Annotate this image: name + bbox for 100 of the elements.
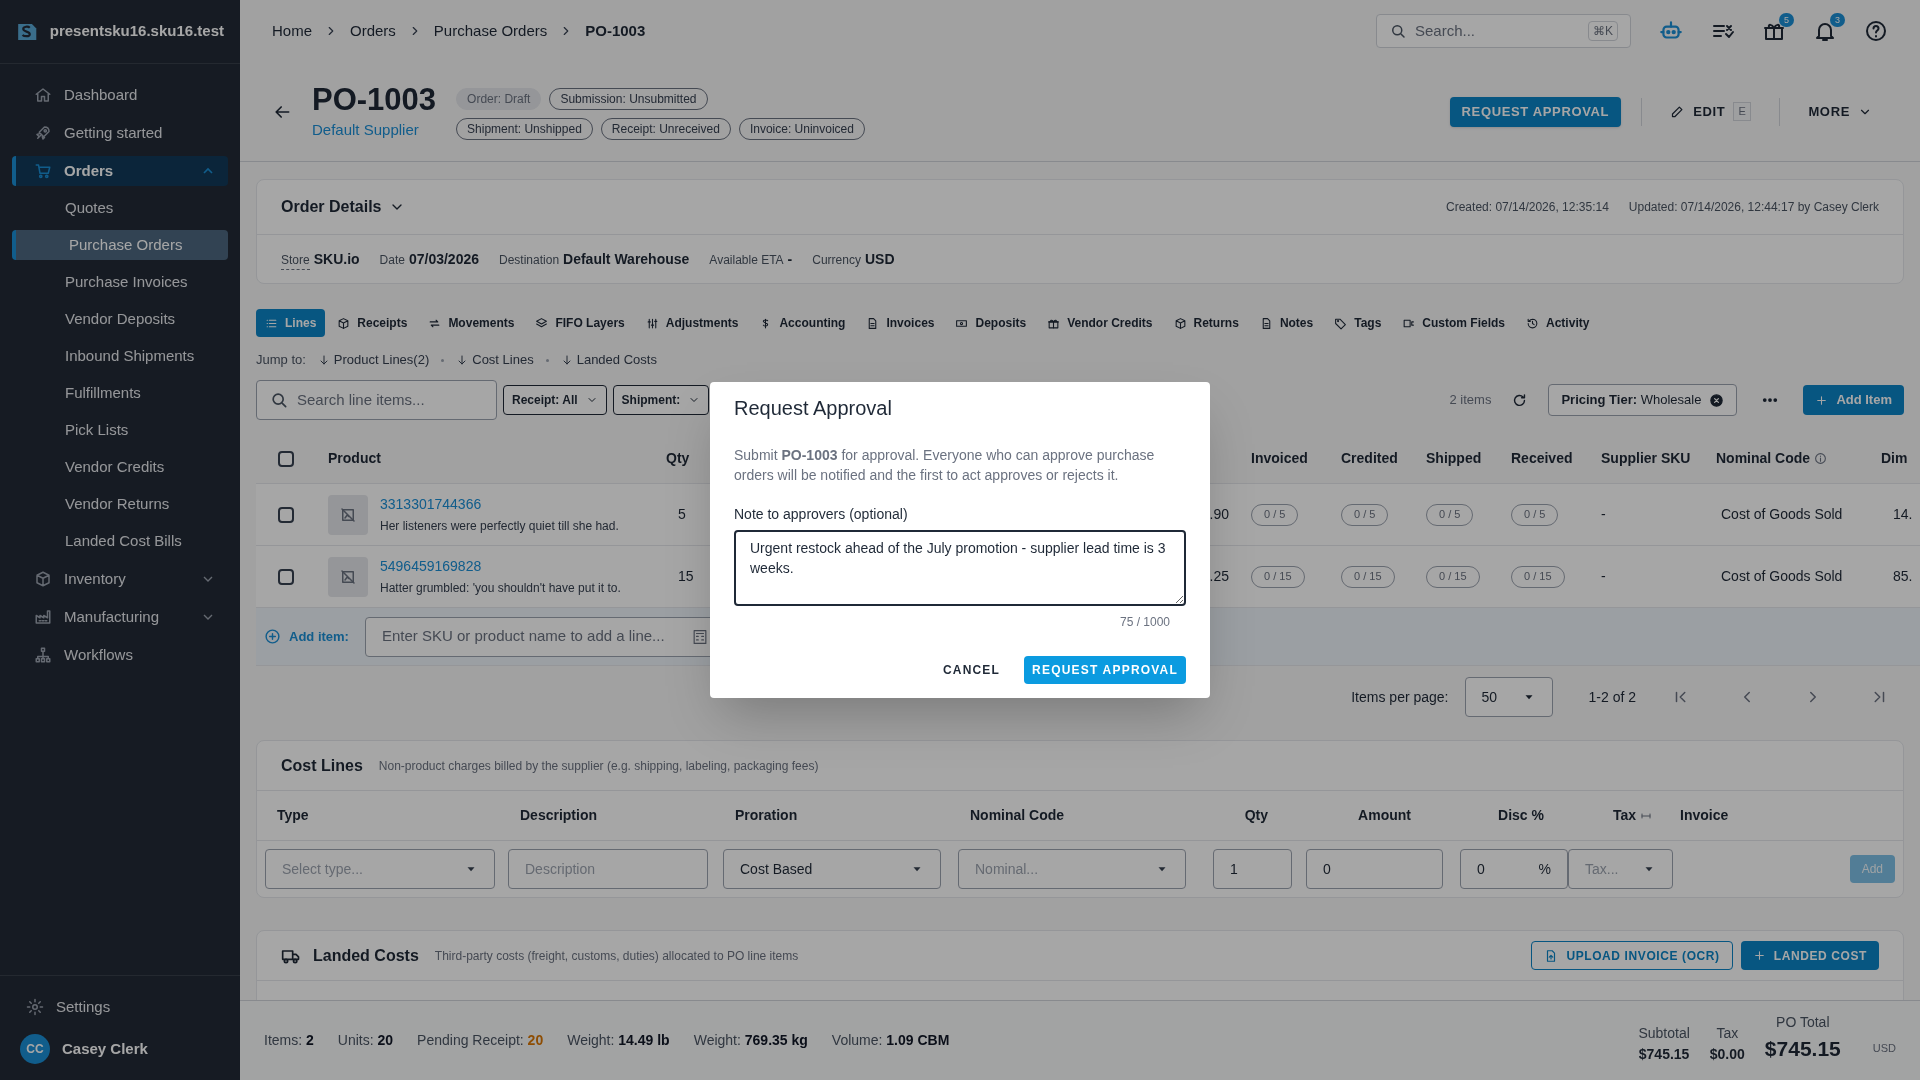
- checkbox[interactable]: [278, 450, 294, 467]
- close-icon: [1709, 392, 1725, 408]
- subtotal-label: Subtotal: [1638, 1023, 1690, 1043]
- sidebar-subitem[interactable]: Inbound Shipments: [12, 341, 228, 371]
- summary-stat: Units: 20: [337, 1031, 394, 1050]
- edit-button[interactable]: EDIT E: [1662, 96, 1760, 127]
- sidebar-subitem[interactable]: Landed Cost Bills: [12, 526, 228, 556]
- section-title[interactable]: Order Details: [281, 195, 382, 219]
- sidebar-subitem[interactable]: Vendor Deposits: [12, 304, 228, 334]
- sidebar-subitem[interactable]: Quotes: [12, 193, 228, 223]
- breadcrumb-link[interactable]: Purchase Orders: [433, 19, 548, 43]
- column-header: Type: [276, 806, 310, 825]
- more-button[interactable]: MORE: [1800, 96, 1880, 127]
- note-field[interactable]: Urgent restock ahead of the July promotion - supplier lead time is 3 weeks.: [734, 530, 1186, 606]
- tab[interactable]: Vendor Credits: [1038, 309, 1162, 337]
- upload-invoice-button[interactable]: UPLOAD INVOICE (OCR): [1531, 941, 1733, 970]
- tab[interactable]: Tags: [1325, 309, 1391, 337]
- breadcrumb-link[interactable]: Orders: [350, 19, 396, 43]
- jump-link[interactable]: Landed Costs: [560, 350, 657, 370]
- plus-icon: [1815, 393, 1829, 407]
- jump-link[interactable]: Cost Lines: [456, 350, 534, 370]
- sidebar-item[interactable]: Workflows: [12, 640, 228, 670]
- column-header: Disc %: [1497, 806, 1545, 825]
- tax-label: Tax: [1716, 1023, 1739, 1043]
- table-cell-text: -: [1601, 505, 1607, 524]
- checkbox[interactable]: [278, 568, 294, 585]
- order-title: PO-1003: [312, 81, 437, 120]
- input-field[interactable]: 0 %: [1460, 849, 1568, 889]
- tab[interactable]: Lines: [256, 309, 326, 337]
- help-icon[interactable]: [1864, 19, 1888, 43]
- field-value: -: [787, 249, 793, 269]
- column-header: Nominal Code: [1716, 449, 1811, 468]
- per-page-select[interactable]: 50: [1464, 677, 1553, 717]
- tab[interactable]: Accounting: [750, 309, 855, 337]
- tab[interactable]: Custom Fields: [1393, 309, 1515, 337]
- summary-stat: Volume: 1.09 CBM: [831, 1031, 950, 1050]
- breadcrumb-link[interactable]: Home: [272, 19, 312, 43]
- table-cell-text: 5: [677, 505, 687, 524]
- select-field[interactable]: Cost Based: [723, 849, 941, 889]
- factory-icon: [34, 608, 52, 626]
- summary-stat: Weight: 14.49 lb: [567, 1031, 670, 1050]
- field-label: Date: [379, 251, 405, 269]
- sidebar-item[interactable]: Dashboard: [12, 80, 228, 110]
- tab[interactable]: Returns: [1164, 309, 1248, 337]
- dialog-message: Submit PO-1003 for approval. Everyone who can approve purchase orders will be notified and the first to act approves or rejects it.: [734, 446, 1156, 485]
- table-cell-text: 85.: [1892, 567, 1914, 586]
- column-header: Proration: [734, 806, 799, 825]
- total-label: PO Total: [1776, 1013, 1830, 1033]
- checkbox[interactable]: [278, 506, 294, 523]
- settings-item[interactable]: Settings: [12, 992, 228, 1022]
- user-name: Casey Clerk: [62, 1038, 148, 1059]
- sidebar-subitem[interactable]: Purchase Orders: [12, 230, 228, 260]
- add-item-label: Add item:: [289, 627, 349, 646]
- filter-button[interactable]: Shipment:: [612, 385, 710, 415]
- layers-icon: [535, 316, 549, 330]
- add-item-button[interactable]: Add Item: [1803, 385, 1904, 415]
- tab[interactable]: FIFO Layers: [526, 309, 634, 337]
- column-header: Nominal Code: [969, 806, 1066, 825]
- plus-icon: [1752, 949, 1766, 962]
- tax-value: $0.00: [1709, 1044, 1745, 1064]
- filter-button[interactable]: Receipt: All: [503, 385, 607, 415]
- field-value: USD: [864, 249, 895, 269]
- request-approval-button[interactable]: REQUEST APPROVAL: [1449, 96, 1622, 127]
- sidebar-subitem[interactable]: Vendor Returns: [12, 489, 228, 519]
- request-approval-button[interactable]: REQUEST APPROVAL: [1024, 656, 1186, 684]
- sidebar-subitem[interactable]: Vendor Credits: [12, 452, 228, 482]
- sidebar-item[interactable]: Orders: [12, 156, 228, 186]
- search-field[interactable]: Search line items...: [256, 380, 497, 420]
- cancel-button[interactable]: CANCEL: [930, 656, 1013, 684]
- column-header: Supplier SKU: [1601, 449, 1692, 468]
- field-value: SKU.io: [313, 249, 360, 269]
- input-field[interactable]: 0: [1306, 849, 1443, 889]
- column-header: Amount: [1357, 806, 1412, 825]
- tab[interactable]: Adjustments: [636, 309, 748, 337]
- status-badge: Order: Draft: [456, 87, 542, 110]
- pricing-tier-chip[interactable]: Pricing Tier: Wholesale: [1548, 384, 1738, 416]
- tab[interactable]: Activity: [1517, 309, 1599, 337]
- tab[interactable]: Movements: [419, 309, 524, 337]
- cube-icon: [1173, 316, 1187, 330]
- sidebar-item[interactable]: Manufacturing: [12, 602, 228, 632]
- sidebar-item[interactable]: Getting started: [12, 118, 228, 148]
- tab[interactable]: Deposits: [946, 309, 1036, 337]
- column-header: Invoiced: [1251, 449, 1309, 468]
- input-field[interactable]: 1: [1213, 849, 1292, 889]
- summary-stat: Pending Receipt: 20: [417, 1031, 544, 1050]
- search-icon: [1389, 22, 1407, 40]
- add-landed-cost-button[interactable]: LANDED COST: [1740, 941, 1879, 970]
- jump-link[interactable]: Product Lines(2): [317, 350, 430, 370]
- tab[interactable]: Notes: [1250, 309, 1323, 337]
- tab[interactable]: Receipts: [328, 309, 417, 337]
- sidebar-subitem[interactable]: Fulfillments: [12, 378, 228, 408]
- note-label: Note to approvers (optional): [734, 505, 909, 524]
- sidebar-subitem[interactable]: Pick Lists: [12, 415, 228, 445]
- sidebar-item[interactable]: Inventory: [12, 564, 228, 594]
- sidebar-subitem[interactable]: Purchase Invoices: [12, 267, 228, 297]
- total-value: $745.15: [1764, 1036, 1841, 1063]
- tab[interactable]: Invoices: [857, 309, 944, 337]
- search-field[interactable]: Search... ⌘K: [1376, 14, 1631, 48]
- currency-label: USD: [1872, 1041, 1896, 1057]
- table-cell-text: .25: [1209, 567, 1229, 586]
